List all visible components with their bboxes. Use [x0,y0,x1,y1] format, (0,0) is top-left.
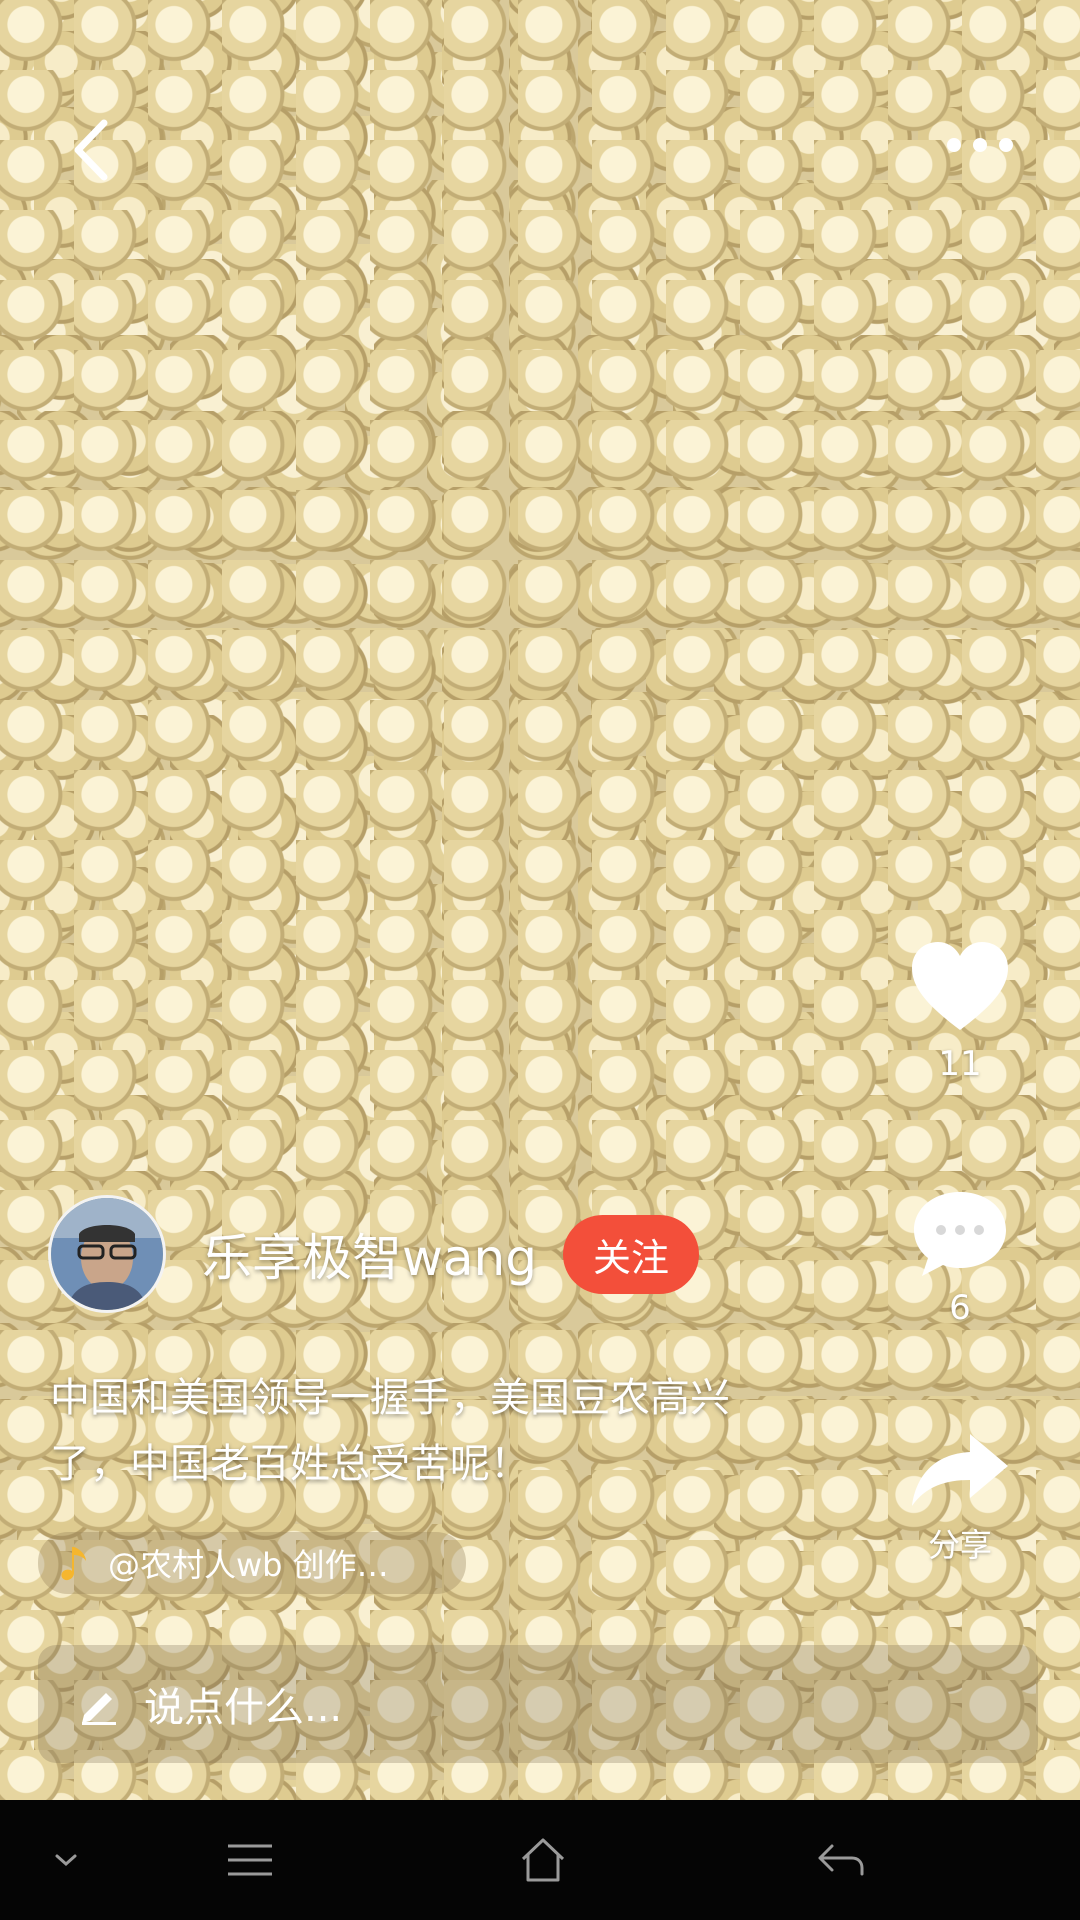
nav-back-button[interactable] [780,1800,900,1920]
photo-background: 11 6 分享 乐享极智wang 关注 中国和美国领导一握手，美国豆农高兴了，中… [0,0,1080,1800]
nav-home-button[interactable] [483,1800,603,1920]
comment-bubble-icon [914,1192,1006,1276]
music-text: @农村人wb 创作… [108,1546,389,1584]
comment-placeholder: 说点什么... [144,1685,343,1731]
like-action[interactable]: 11 [900,940,1020,1084]
more-dots-icon [947,138,1013,152]
nav-collapse-button[interactable] [6,1800,126,1920]
system-nav-bar [0,1800,1080,1920]
share-arrow-icon [912,1434,1008,1506]
post-caption: 中国和美国领导一握手，美国豆农高兴了，中国老百姓总受苦呢！ [50,1375,730,1487]
collapse-chevron-icon [55,1854,77,1867]
avatar-image [51,1198,163,1310]
share-label: 分享 [927,1526,992,1564]
pencil-icon [82,1693,116,1725]
comment-count: 6 [949,1288,971,1328]
nav-menu-button[interactable] [190,1800,310,1920]
back-arrow-icon [818,1844,864,1876]
avatar[interactable] [48,1195,166,1313]
author-name[interactable]: 乐享极智wang [202,1218,537,1290]
home-icon [521,1838,565,1882]
music-note-icon [61,1547,86,1581]
more-button[interactable] [945,120,1015,170]
share-action[interactable]: 分享 [900,1430,1020,1566]
like-count: 11 [938,1044,982,1084]
heart-icon [912,942,1008,1030]
author-row: 乐享极智wang 关注 [48,1192,699,1316]
follow-button[interactable]: 关注 [562,1214,699,1294]
comment-input[interactable]: 说点什么... [38,1645,1038,1763]
back-button[interactable] [70,115,120,185]
back-chevron-icon [74,119,108,181]
music-tag[interactable]: @农村人wb 创作… [38,1532,466,1594]
comment-action[interactable]: 6 [900,1188,1020,1328]
menu-lines-icon [228,1844,272,1876]
